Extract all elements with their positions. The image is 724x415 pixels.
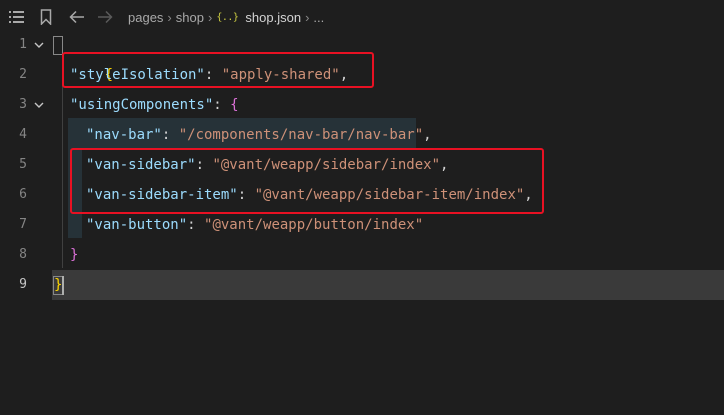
line-number: 2 xyxy=(19,67,27,82)
code-editor: pages › shop › {..} shop.json › ... 1 { … xyxy=(0,0,724,415)
json-file-icon: {..} xyxy=(216,11,239,23)
code-line[interactable]: 4 "nav-bar": "/components/nav-bar/nav-ba… xyxy=(0,120,724,150)
line-number: 9 xyxy=(19,277,27,292)
line-number: 6 xyxy=(19,187,27,202)
line-number: 5 xyxy=(19,157,27,172)
line-number: 4 xyxy=(19,127,27,142)
line-number: 1 xyxy=(19,37,27,52)
breadcrumb-ellipsis[interactable]: ... xyxy=(313,10,324,25)
line-number: 3 xyxy=(19,97,27,112)
open-brace: { xyxy=(230,97,239,113)
breadcrumb-item-file[interactable]: shop.json xyxy=(245,10,301,25)
json-key: "van-button" xyxy=(86,217,188,233)
line-number: 7 xyxy=(19,217,27,232)
chevron-right-icon: › xyxy=(305,9,310,25)
breadcrumb: pages › shop › {..} shop.json › ... xyxy=(128,8,324,26)
colon: : xyxy=(213,97,231,113)
list-icon[interactable] xyxy=(9,8,25,26)
colon: : xyxy=(187,217,205,233)
comma: , xyxy=(423,127,432,143)
code-line[interactable]: 3 "usingComponents": { xyxy=(0,90,724,120)
colon: : xyxy=(161,127,179,143)
fold-chevron-down-icon[interactable] xyxy=(33,39,45,51)
bracket-match-box xyxy=(53,36,63,55)
json-key: "usingComponents" xyxy=(70,97,214,113)
chevron-right-icon: › xyxy=(167,9,172,25)
fold-chevron-down-icon[interactable] xyxy=(33,99,45,111)
code-line[interactable]: 7 "van-button": "@vant/weapp/button/inde… xyxy=(0,210,724,240)
breadcrumb-bar: pages › shop › {..} shop.json › ... xyxy=(0,0,724,34)
chevron-right-icon: › xyxy=(207,9,213,25)
json-string: "@vant/weapp/button/index" xyxy=(204,217,424,233)
line-number: 8 xyxy=(19,247,27,262)
current-line-highlight xyxy=(52,270,724,300)
close-brace: } xyxy=(70,247,79,263)
json-key: "nav-bar" xyxy=(86,127,162,143)
breadcrumb-item-pages[interactable]: pages xyxy=(128,10,163,25)
code-line[interactable]: 8 } xyxy=(0,240,724,270)
breadcrumb-item-shop[interactable]: shop xyxy=(176,10,204,25)
arrow-right-icon[interactable] xyxy=(97,8,113,26)
text-cursor xyxy=(62,276,64,295)
highlight-box-style-isolation xyxy=(62,52,374,88)
arrow-left-icon[interactable] xyxy=(69,8,85,26)
code-line-current[interactable]: 9 } xyxy=(0,270,724,300)
bookmark-icon[interactable] xyxy=(40,8,52,26)
json-string: "/components/nav-bar/nav-bar" xyxy=(178,127,424,143)
highlight-box-van-sidebar xyxy=(70,148,544,214)
